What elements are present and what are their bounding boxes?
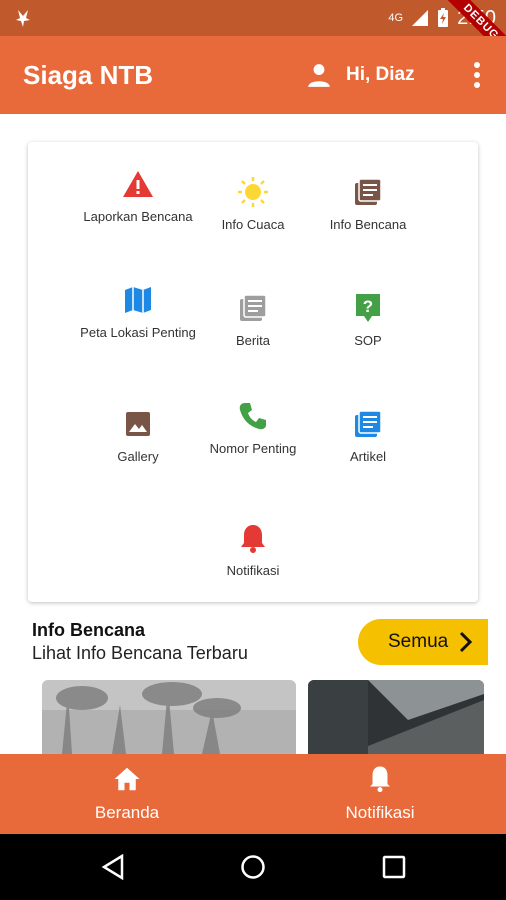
greeting-text: Hi, Diaz bbox=[346, 64, 415, 85]
see-all-label: Semua bbox=[388, 631, 449, 652]
menu-item-sop[interactable]: ? SOP bbox=[310, 292, 426, 349]
menu-label: Artikel bbox=[349, 449, 387, 464]
bell-icon bbox=[241, 525, 265, 553]
article-icon bbox=[355, 410, 382, 437]
person-icon bbox=[308, 64, 330, 87]
nav-label: Notifikasi bbox=[345, 803, 415, 822]
status-bar: 4G 2:50 DEBUG bbox=[0, 0, 506, 67]
chevron-right-icon bbox=[460, 631, 473, 653]
home-icon bbox=[114, 767, 140, 791]
svg-text:?: ? bbox=[363, 297, 373, 316]
sun-icon bbox=[238, 177, 268, 207]
menu-item-peta-lokasi[interactable]: Peta Lokasi Penting bbox=[80, 284, 196, 341]
network-type: 4G bbox=[388, 12, 404, 24]
bell-icon bbox=[370, 766, 390, 793]
news-icon bbox=[355, 178, 382, 205]
more-vert-icon[interactable] bbox=[472, 60, 482, 90]
menu-item-laporkan-bencana[interactable]: Laporkan Bencana bbox=[80, 168, 196, 225]
signal-icon bbox=[412, 10, 429, 26]
menu-label: Laporkan Bencana bbox=[83, 209, 193, 224]
menu-card: Laporkan Bencana Info Cuaca Info Bencana… bbox=[28, 142, 478, 602]
system-navigation-bar bbox=[0, 834, 506, 900]
recents-icon[interactable] bbox=[382, 855, 406, 879]
app-bar: Siaga NTB Hi, Diaz bbox=[0, 36, 506, 114]
news-image bbox=[308, 680, 484, 754]
menu-label: Info Bencana bbox=[329, 217, 407, 232]
menu-item-nomor-penting[interactable]: Nomor Penting bbox=[195, 400, 311, 457]
app-title: Siaga NTB bbox=[23, 60, 154, 90]
map-icon bbox=[125, 287, 151, 313]
menu-label: SOP bbox=[354, 333, 382, 348]
library-books-icon bbox=[240, 294, 267, 321]
menu-label: Nomor Penting bbox=[209, 441, 297, 456]
battery-icon bbox=[438, 8, 449, 27]
section-subtitle: Lihat Info Bencana Terbaru bbox=[32, 643, 248, 663]
menu-label: Berita bbox=[236, 333, 270, 348]
warning-icon bbox=[123, 171, 153, 197]
nav-label: Beranda bbox=[94, 803, 160, 822]
section-title: Info Bencana bbox=[32, 620, 146, 640]
news-card-thumbnail[interactable] bbox=[42, 680, 296, 754]
news-card-thumbnail[interactable] bbox=[308, 680, 484, 754]
image-icon bbox=[126, 412, 150, 436]
news-image bbox=[42, 680, 296, 754]
menu-label: Gallery bbox=[117, 449, 159, 464]
home-circle-icon[interactable] bbox=[240, 854, 266, 880]
bottom-navigation: Beranda Notifikasi bbox=[0, 754, 506, 834]
menu-item-artikel[interactable]: Artikel bbox=[310, 408, 426, 465]
menu-label: Notifikasi bbox=[226, 563, 280, 578]
menu-label: Info Cuaca bbox=[221, 217, 285, 232]
nav-notifikasi[interactable]: Notifikasi bbox=[330, 764, 430, 823]
menu-item-info-bencana[interactable]: Info Bencana bbox=[310, 176, 426, 233]
debug-app-icon bbox=[16, 10, 30, 27]
menu-item-berita[interactable]: Berita bbox=[195, 292, 311, 349]
user-greeting[interactable]: Hi, Diaz bbox=[306, 62, 415, 88]
see-all-button[interactable]: Semua bbox=[358, 619, 488, 665]
menu-item-gallery[interactable]: Gallery bbox=[80, 408, 196, 465]
menu-item-info-cuaca[interactable]: Info Cuaca bbox=[195, 176, 311, 233]
phone-icon bbox=[239, 403, 266, 430]
menu-item-notifikasi[interactable]: Notifikasi bbox=[195, 522, 311, 579]
back-icon[interactable] bbox=[100, 854, 126, 880]
help-icon: ? bbox=[356, 294, 380, 322]
menu-label: Peta Lokasi Penting bbox=[80, 325, 196, 340]
nav-beranda[interactable]: Beranda bbox=[82, 764, 172, 823]
